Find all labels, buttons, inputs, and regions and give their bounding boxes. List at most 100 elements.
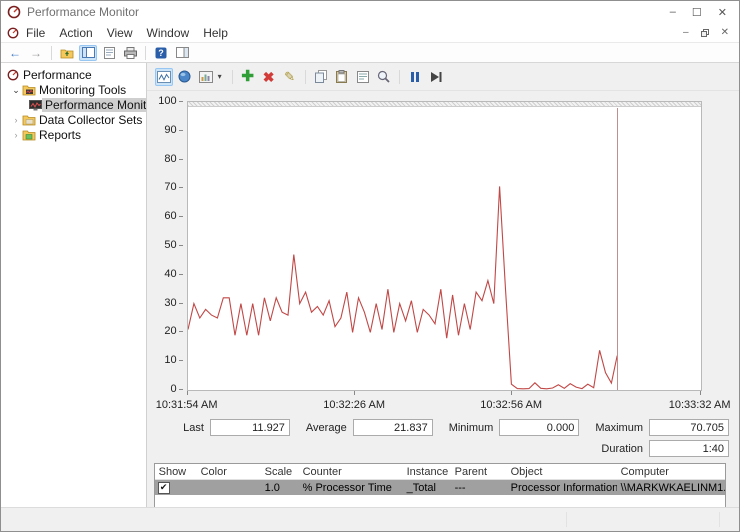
y-tick-label: 60 — [153, 210, 177, 222]
stats-row-2: Duration 1:40 — [591, 440, 729, 457]
tree-item-performance[interactable]: Performance — [1, 68, 146, 82]
app-icon — [7, 5, 21, 19]
y-tick-mark — [179, 274, 183, 275]
show-action-pane-icon[interactable] — [173, 45, 191, 61]
instance-cell: _Total — [403, 482, 451, 494]
highlight-icon[interactable]: ✎ — [281, 68, 299, 86]
average-label: Average — [306, 422, 347, 434]
stats-row-1: Last 11.927 Average 21.837 Minimum 0.000… — [173, 419, 729, 436]
menu-help[interactable]: Help — [196, 24, 235, 42]
graph-type-dropdown-icon[interactable]: ▾ — [218, 72, 226, 81]
x-tick-label: 10:33:32 AM — [669, 399, 731, 411]
parent-cell: --- — [451, 482, 507, 494]
show-cell: ✔ — [155, 482, 197, 494]
status-divider — [719, 512, 720, 527]
mdi-minimize-button[interactable]: – — [683, 27, 689, 38]
menu-action[interactable]: Action — [52, 24, 99, 42]
y-tick-mark — [179, 303, 183, 304]
column-header-scale[interactable]: Scale — [261, 464, 299, 479]
tree-item-data-collector-sets[interactable]: › Data Collector Sets — [1, 113, 146, 127]
main-toolbar: ← → — [1, 43, 739, 63]
tree-item-label: Data Collector Sets — [36, 113, 145, 127]
counter-table: Show Color Scale Counter Instance Parent… — [154, 463, 726, 508]
show-console-tree-icon[interactable] — [79, 45, 97, 61]
restore-icon — [701, 29, 709, 37]
y-tick-mark — [179, 159, 183, 160]
change-graph-type-icon[interactable] — [197, 68, 215, 86]
tree-item-label: Performance Monitor — [42, 98, 147, 112]
copy-properties-icon[interactable] — [312, 68, 330, 86]
scale-cell: 1.0 — [261, 482, 299, 494]
column-header-parent[interactable]: Parent — [451, 464, 507, 479]
column-header-counter[interactable]: Counter — [299, 464, 403, 479]
data-collector-sets-icon — [21, 114, 36, 126]
show-checkbox[interactable]: ✔ — [158, 482, 170, 494]
freeze-display-icon[interactable] — [406, 68, 424, 86]
plot-area[interactable] — [187, 101, 702, 391]
export-list-icon[interactable] — [100, 45, 118, 61]
window-title: Performance Monitor — [27, 5, 670, 19]
delete-counter-icon[interactable]: ✖ — [260, 68, 278, 86]
mdi-close-button[interactable]: ✕ — [721, 27, 729, 38]
column-header-show[interactable]: Show — [155, 464, 197, 479]
performance-monitor-window: Performance Monitor – ☐ ✕ File Action Vi… — [0, 0, 740, 532]
add-counter-icon[interactable]: ✚ — [239, 68, 257, 86]
view-current-activity-icon[interactable] — [155, 68, 173, 86]
graph-pane: ▾ ✚ ✖ ✎ — [147, 63, 739, 509]
chevron-right-icon[interactable]: › — [11, 115, 21, 125]
zoom-icon[interactable] — [375, 68, 393, 86]
x-tick-mark — [700, 391, 701, 395]
minimum-label: Minimum — [449, 422, 494, 434]
paste-counter-list-icon[interactable] — [333, 68, 351, 86]
tree-item-label: Reports — [36, 128, 84, 142]
y-tick-mark — [179, 245, 183, 246]
column-header-object[interactable]: Object — [507, 464, 617, 479]
counter-table-header: Show Color Scale Counter Instance Parent… — [155, 464, 725, 480]
body: Performance ⌄ Monitoring Tools — [1, 63, 739, 509]
y-tick-mark — [179, 389, 183, 390]
maximize-button[interactable]: ☐ — [692, 6, 702, 19]
menu-window[interactable]: Window — [140, 24, 197, 42]
properties-icon[interactable] — [354, 68, 372, 86]
tree-item-performance-monitor[interactable]: Performance Monitor — [1, 98, 146, 112]
counter-cell: % Processor Time — [299, 482, 403, 494]
y-tick-label: 20 — [153, 325, 177, 337]
column-header-color[interactable]: Color — [197, 464, 261, 479]
average-value: 21.837 — [353, 419, 433, 436]
chevron-right-icon[interactable]: › — [11, 130, 21, 140]
close-button[interactable]: ✕ — [718, 6, 727, 19]
last-label: Last — [183, 422, 204, 434]
forward-icon[interactable]: → — [27, 45, 45, 61]
menu-file[interactable]: File — [19, 24, 52, 42]
minimum-value: 0.000 — [499, 419, 579, 436]
tree-item-monitoring-tools[interactable]: ⌄ Monitoring Tools — [1, 83, 146, 97]
column-header-instance[interactable]: Instance — [403, 464, 451, 479]
toolbar-separator — [145, 46, 146, 60]
chevron-down-icon[interactable]: ⌄ — [11, 85, 21, 96]
object-cell: Processor Information — [507, 482, 617, 494]
print-icon[interactable] — [121, 45, 139, 61]
maximum-value: 70.705 — [649, 419, 729, 436]
counter-row[interactable]: ✔ 1.0 % Processor Time _Total --- Proces… — [155, 480, 725, 495]
menu-view[interactable]: View — [100, 24, 140, 42]
update-data-icon[interactable] — [427, 68, 445, 86]
minimize-button[interactable]: – — [670, 6, 676, 19]
y-tick-mark — [179, 331, 183, 332]
toolbar-separator — [399, 70, 400, 84]
x-tick-mark — [354, 391, 355, 395]
tree-item-reports[interactable]: › Reports — [1, 128, 146, 142]
mdi-restore-button[interactable] — [701, 29, 709, 37]
view-log-data-icon[interactable] — [176, 68, 194, 86]
x-tick-mark — [187, 391, 188, 395]
back-icon[interactable]: ← — [6, 45, 24, 61]
processor-time-line — [188, 186, 617, 388]
y-tick-mark — [179, 187, 183, 188]
tree-item-label: Monitoring Tools — [36, 83, 129, 97]
y-tick-label: 90 — [153, 124, 177, 136]
performance-icon — [5, 69, 20, 81]
up-folder-icon[interactable] — [58, 45, 76, 61]
column-header-computer[interactable]: Computer — [617, 464, 725, 479]
duration-value: 1:40 — [649, 440, 729, 457]
help-icon[interactable]: ? — [152, 45, 170, 61]
reports-icon — [21, 129, 36, 141]
